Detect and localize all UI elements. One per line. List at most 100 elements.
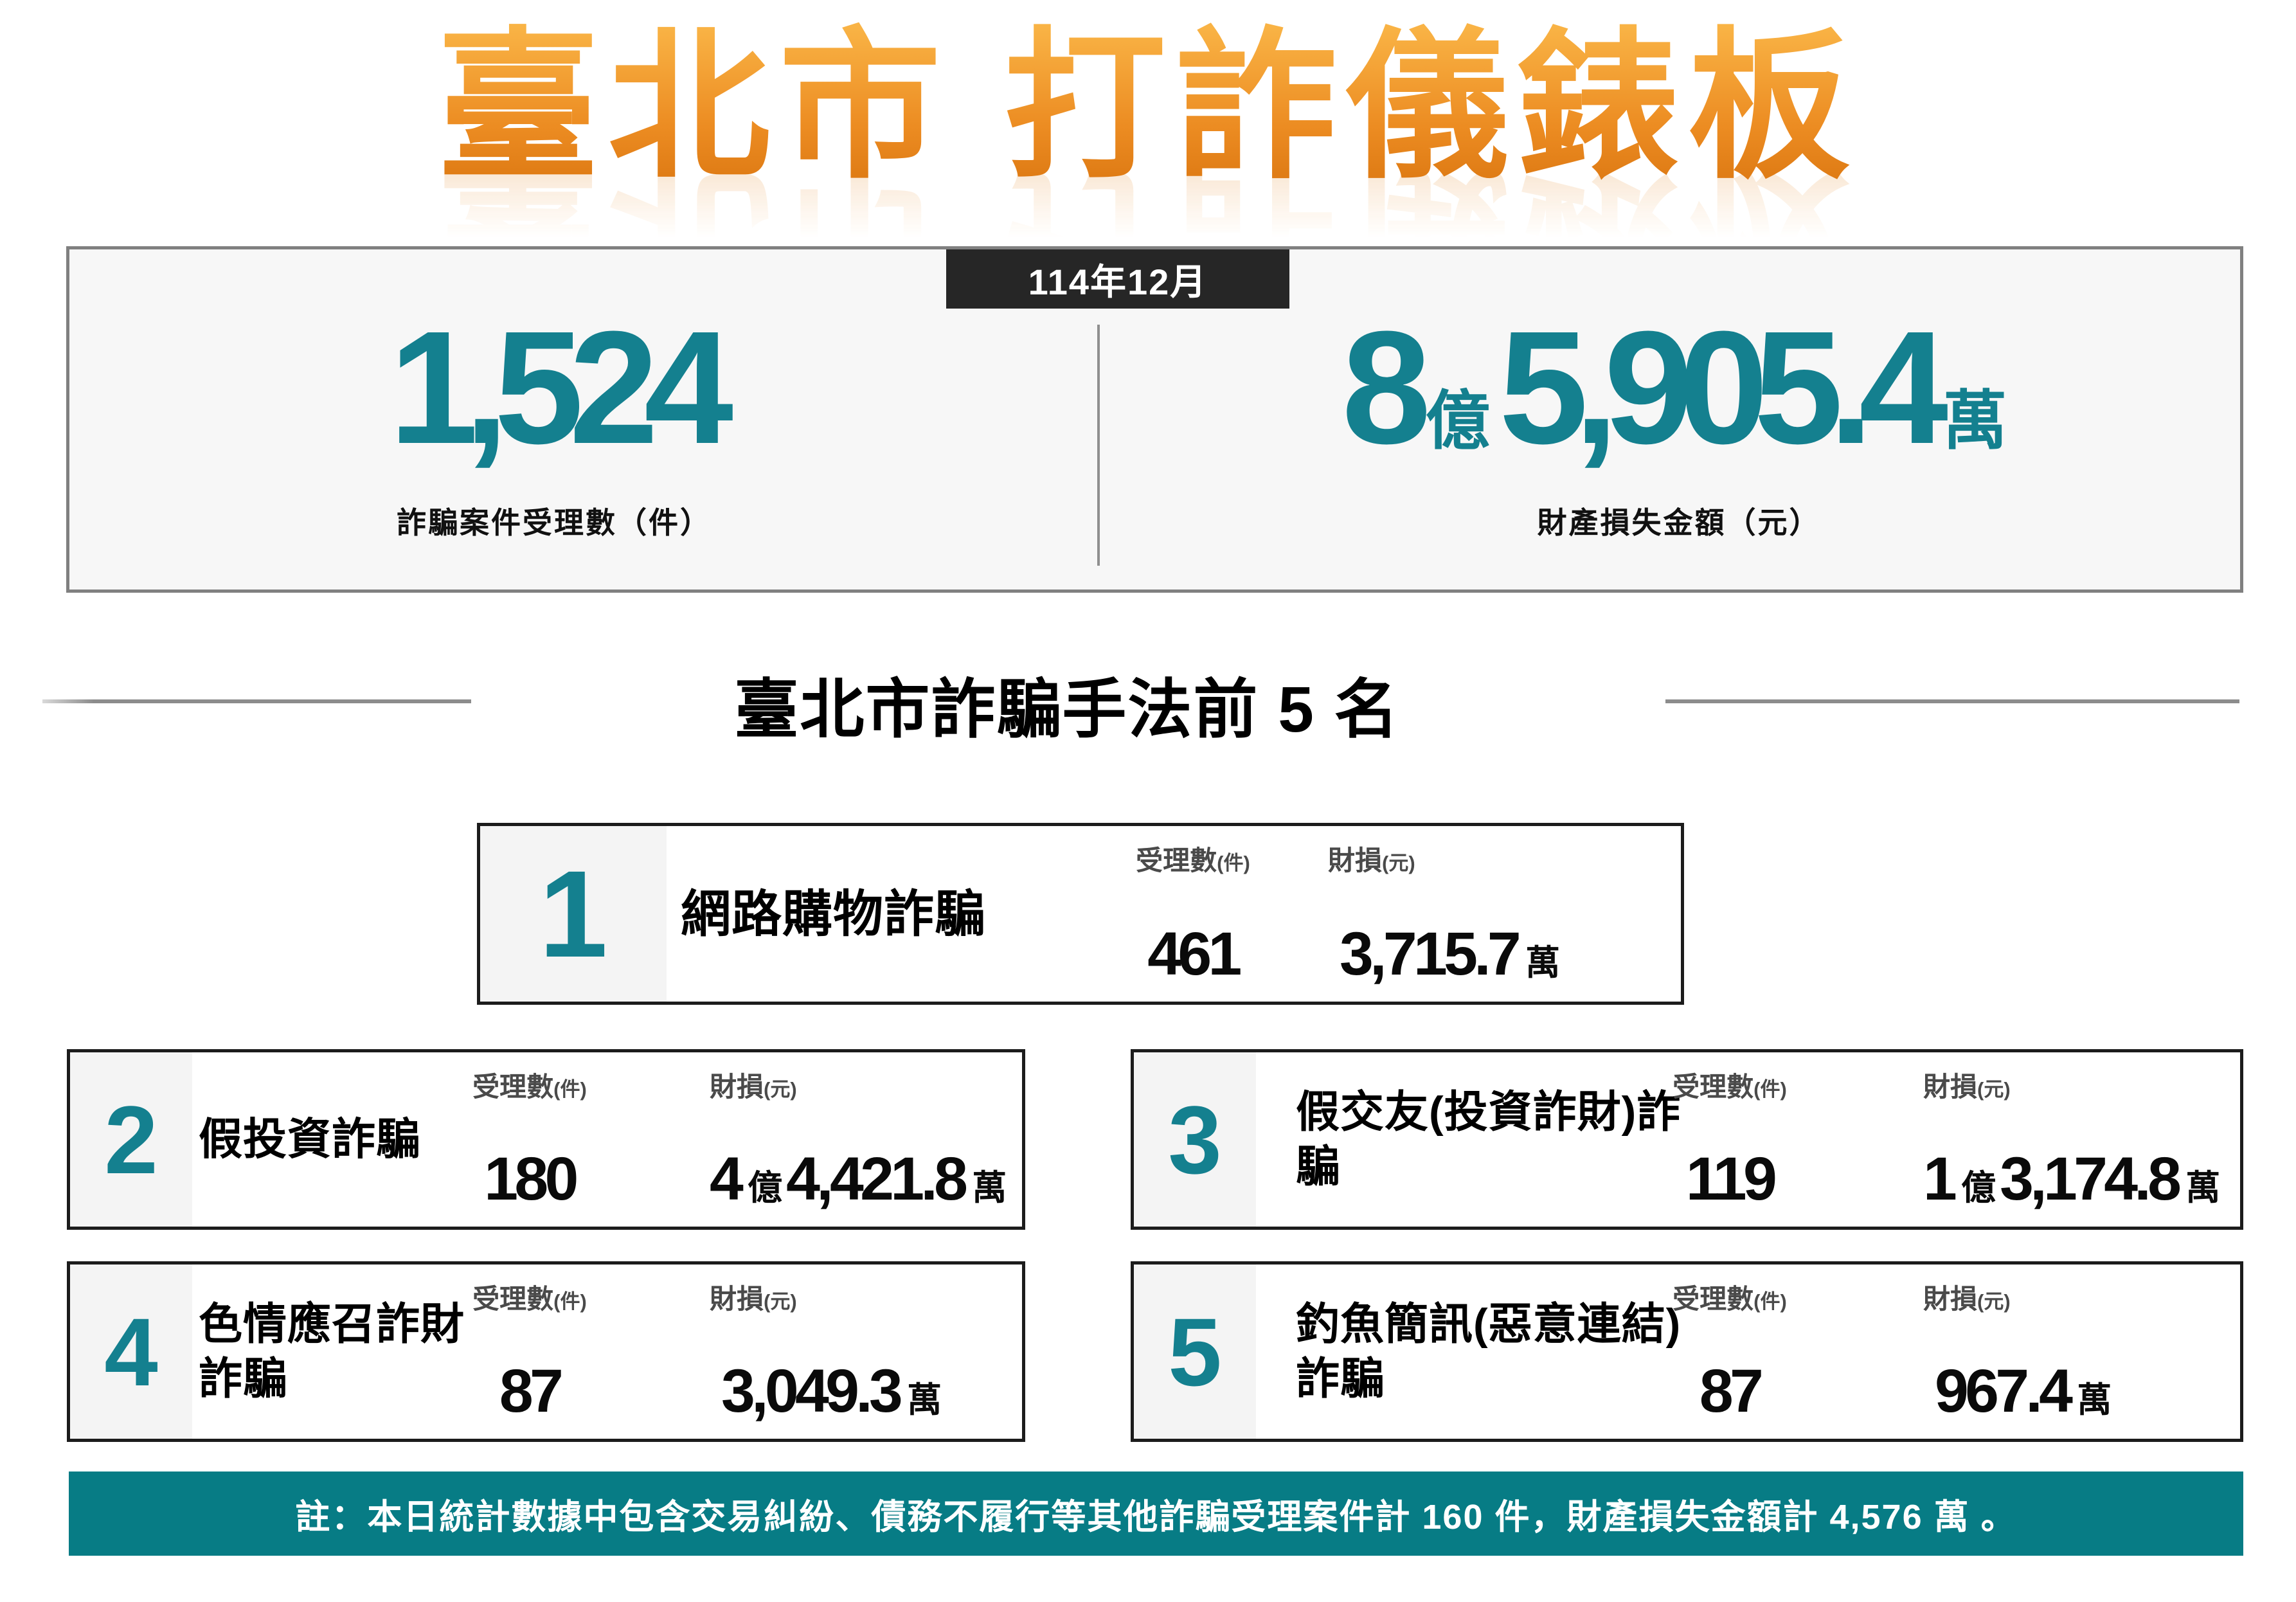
cases-header-label: 受理數: [472, 1072, 553, 1102]
loss-header: 財損(元): [710, 1277, 797, 1317]
stat-loss-yi: 8: [1341, 303, 1417, 473]
rank-card-body: 釣魚簡訊(惡意連結) 詐騙 受理數(件) 87 財損(元) 967.4萬: [1256, 1264, 2240, 1439]
cases-header: 受理數(件): [1673, 1277, 1787, 1317]
stat-loss-wan: 5,905.4: [1499, 303, 1934, 473]
loss-header-label: 財損: [1328, 845, 1382, 876]
rank-badge: 5: [1134, 1264, 1256, 1439]
cases-value: 180: [484, 1149, 575, 1210]
cases-column: 受理數(件) 87: [1673, 1277, 1787, 1422]
loss-header: 財損(元): [1923, 1065, 2011, 1104]
cases-header-unit: (件): [1217, 852, 1250, 874]
rank-badge: 2: [70, 1052, 192, 1227]
loss-column: 財損(元) 967.4萬: [1923, 1277, 2115, 1422]
summary-divider: [1097, 325, 1100, 566]
loss-value: 967.4萬: [1923, 1361, 2115, 1422]
loss-header-unit: (元): [1977, 1290, 2011, 1313]
footnote-bar: 註：本日統計數據中包含交易糾紛、債務不履行等其他詐騙受理案件計 160 件，財產…: [69, 1472, 2243, 1556]
loss-wan: 3,049.3: [721, 1361, 899, 1422]
rank-badge: 1: [480, 826, 667, 1002]
cases-header: 受理數(件): [472, 1065, 587, 1104]
rank-card-body: 色情應召詐財 詐騙 受理數(件) 87 財損(元) 3,049.3萬: [192, 1264, 1022, 1439]
loss-column: 財損(元) 1億3,174.8萬: [1923, 1065, 2224, 1210]
loss-wan-unit: 萬: [2077, 1383, 2112, 1418]
rank-card-body: 假投資詐騙 受理數(件) 180 財損(元) 4億4,421.8萬: [192, 1052, 1022, 1227]
period-badge: 114年12月: [946, 249, 1289, 309]
loss-wan-unit: 萬: [2185, 1171, 2220, 1205]
stat-cases-value: 1,524: [389, 303, 719, 473]
stat-loss-value: 8 億 5,905.4 萬: [1341, 303, 2016, 473]
section-title: 臺北市詐騙手法前 5 名: [734, 657, 1399, 750]
cases-value: 87: [1700, 1361, 1760, 1422]
loss-wan-unit: 萬: [1525, 946, 1560, 980]
cases-header-label: 受理數: [1673, 1284, 1753, 1314]
cases-header: 受理數(件): [472, 1277, 587, 1317]
anti-fraud-dashboard: 臺北市 打詐儀錶板 臺北市 打詐儀錶板 114年12月 1,524 詐騙案件受理…: [0, 0, 2296, 1602]
rank-card-body: 假交友(投資詐財)詐 騙 受理數(件) 119 財損(元) 1億3,174.8萬: [1256, 1052, 2240, 1227]
rank-badge: 3: [1134, 1052, 1256, 1227]
stat-loss: 8 億 5,905.4 萬 財產損失金額（元）: [1341, 303, 2016, 542]
loss-header-unit: (元): [764, 1290, 797, 1313]
fraud-type-name: 假投資詐騙: [199, 1112, 501, 1167]
rank-number: 5: [1168, 1304, 1221, 1400]
cases-header-unit: (件): [1753, 1290, 1787, 1313]
rank-badge: 4: [70, 1264, 192, 1439]
loss-header-label: 財損: [710, 1284, 764, 1314]
cases-header-unit: (件): [1753, 1078, 1787, 1101]
loss-column: 財損(元) 4億4,421.8萬: [710, 1065, 1010, 1210]
rank-card-5: 5 釣魚簡訊(惡意連結) 詐騙 受理數(件) 87 財損(元) 967.4萬: [1131, 1261, 2243, 1442]
stat-loss-label: 財產損失金額（元）: [1341, 500, 2016, 542]
stat-cases: 1,524 詐騙案件受理數（件）: [389, 303, 719, 542]
loss-value: 1億3,174.8萬: [1923, 1149, 2224, 1210]
cases-column: 受理數(件) 461: [1136, 839, 1250, 985]
cases-value: 461: [1147, 924, 1238, 985]
section-rule-right: [1665, 699, 2239, 703]
rank-card-3: 3 假交友(投資詐財)詐 騙 受理數(件) 119 財損(元) 1億3,174.…: [1131, 1049, 2243, 1230]
loss-column: 財損(元) 3,049.3萬: [710, 1277, 946, 1422]
cases-header: 受理數(件): [1136, 839, 1250, 878]
fraud-type-name: 釣魚簡訊(惡意連結) 詐騙: [1296, 1297, 1720, 1407]
stat-cases-label: 詐騙案件受理數（件）: [389, 500, 719, 542]
loss-header-unit: (元): [764, 1078, 797, 1101]
rank-card-body: 網路購物詐騙 受理數(件) 461 財損(元) 3,715.7萬: [667, 826, 1681, 1002]
loss-header: 財損(元): [710, 1065, 797, 1104]
rank-card-4: 4 色情應召詐財 詐騙 受理數(件) 87 財損(元) 3,049.3萬: [67, 1261, 1025, 1442]
cases-header-label: 受理數: [472, 1284, 553, 1314]
loss-header-label: 財損: [710, 1072, 764, 1102]
rank-number: 4: [104, 1304, 157, 1400]
loss-wan: 4,421.8: [786, 1149, 964, 1210]
cases-column: 受理數(件) 180: [472, 1065, 587, 1210]
loss-wan: 967.4: [1935, 1361, 2069, 1422]
loss-header: 財損(元): [1328, 839, 1415, 878]
loss-wan: 3,174.8: [2000, 1149, 2178, 1210]
loss-wan-unit: 萬: [972, 1171, 1007, 1205]
loss-header-label: 財損: [1923, 1072, 1977, 1102]
loss-yi-unit: 億: [1961, 1171, 1996, 1205]
loss-header-unit: (元): [1977, 1078, 2011, 1101]
loss-value: 3,715.7萬: [1328, 924, 1564, 985]
loss-column: 財損(元) 3,715.7萬: [1328, 839, 1564, 985]
fraud-type-name: 假交友(投資詐財)詐 騙: [1296, 1085, 1720, 1194]
fraud-type-name: 色情應召詐財 詐騙: [199, 1297, 501, 1407]
section-rule-left: [42, 699, 471, 703]
cases-column: 受理數(件) 87: [472, 1277, 587, 1422]
loss-yi-unit: 億: [748, 1171, 782, 1205]
loss-wan-unit: 萬: [907, 1383, 942, 1418]
loss-value: 4億4,421.8萬: [710, 1149, 1010, 1210]
rank-number: 3: [1168, 1092, 1221, 1188]
rank-number: 2: [104, 1092, 157, 1188]
cases-header-unit: (件): [553, 1290, 587, 1313]
cases-header-label: 受理數: [1673, 1072, 1753, 1102]
rank-card-2: 2 假投資詐騙 受理數(件) 180 財損(元) 4億4,421.8萬: [67, 1049, 1025, 1230]
loss-yi: 1: [1923, 1149, 1953, 1210]
fraud-type-name: 網路購物詐騙: [681, 883, 985, 946]
cases-value: 87: [499, 1361, 560, 1422]
loss-header-label: 財損: [1923, 1284, 1977, 1314]
stat-loss-yi-unit: 億: [1426, 388, 1490, 455]
cases-header-label: 受理數: [1136, 845, 1217, 876]
loss-yi: 4: [710, 1149, 740, 1210]
loss-wan: 3,715.7: [1340, 924, 1518, 985]
rank-card-1: 1 網路購物詐騙 受理數(件) 461 財損(元) 3,715.7萬: [477, 823, 1684, 1005]
loss-header: 財損(元): [1923, 1277, 2011, 1317]
stat-loss-wan-unit: 萬: [1943, 388, 2007, 455]
loss-header-unit: (元): [1382, 852, 1415, 874]
